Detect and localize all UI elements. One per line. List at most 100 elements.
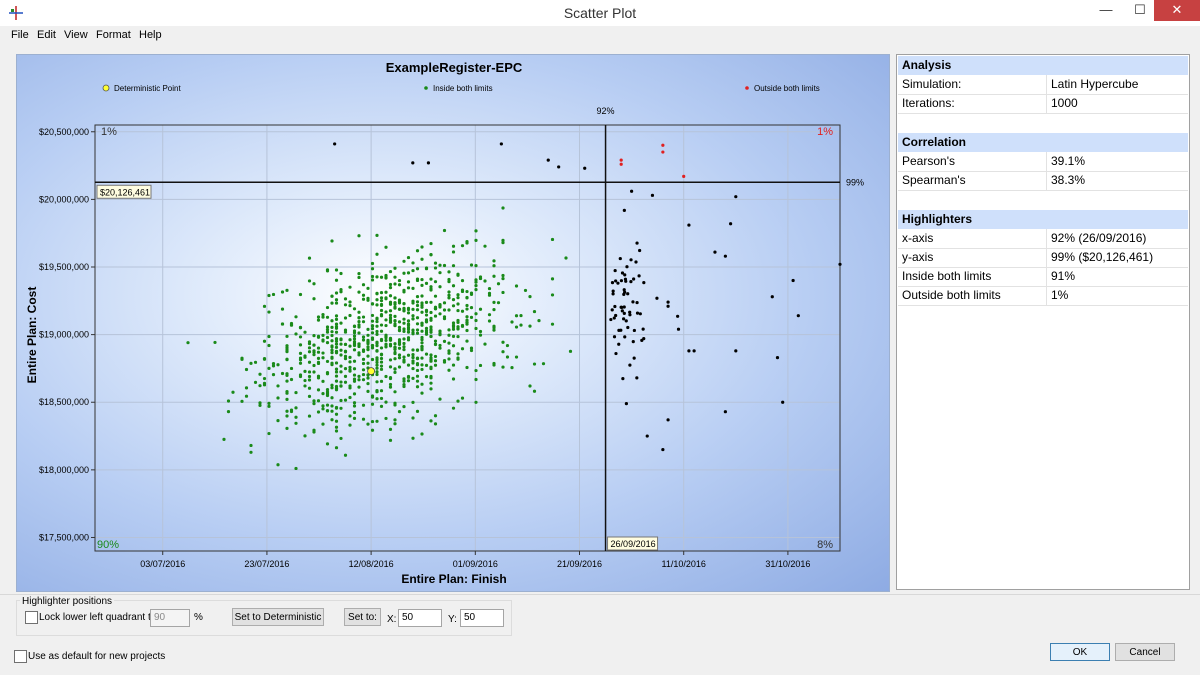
menu-help[interactable]: Help (139, 29, 162, 41)
inside-point (424, 267, 429, 271)
inside-point (307, 279, 312, 283)
region-point (634, 260, 638, 264)
inside-point (442, 339, 447, 343)
inside-point (384, 297, 388, 301)
inside-point (298, 292, 303, 297)
inside-point (316, 399, 321, 403)
analysis-row-iterations[interactable]: Iterations: 1000 (898, 94, 1188, 114)
inside-point (424, 363, 429, 367)
inside-point (406, 379, 411, 383)
inside-point (321, 356, 325, 360)
region-point (620, 309, 624, 313)
menu-view[interactable]: View (64, 29, 88, 41)
inside-point (325, 315, 330, 319)
inside-point (375, 419, 379, 423)
cancel-button[interactable]: Cancel (1115, 643, 1175, 661)
inside-point (280, 290, 285, 294)
inside-point (420, 345, 424, 349)
inside-point (294, 390, 298, 395)
inside-point (393, 323, 397, 328)
menu-file[interactable]: File (11, 29, 29, 41)
analysis-row-simulation[interactable]: Simulation: Latin Hypercube (898, 75, 1188, 95)
inside-point (496, 282, 501, 286)
x-axis-label: Entire Plan: Finish (401, 572, 506, 586)
inside-point (388, 301, 393, 305)
inside-point (456, 296, 460, 300)
inside-point (411, 376, 415, 380)
inside-point (303, 369, 307, 373)
inside-point (501, 206, 505, 210)
region-point (650, 193, 655, 197)
x-tick-labels: 03/07/2016 23/07/2016 12/08/2016 01/09/2016… (140, 559, 810, 569)
inside-point (352, 401, 357, 405)
inside-point (415, 348, 420, 352)
inside-point (375, 252, 379, 256)
inside-point (397, 307, 402, 311)
region-point (623, 273, 627, 277)
inside-point (307, 386, 312, 390)
inside-point (375, 324, 379, 328)
set-to-deterministic-button[interactable]: Set to Deterministic (232, 608, 324, 626)
inside-point (276, 396, 280, 400)
inside-point (357, 290, 361, 294)
scatter-chart-panel[interactable]: 92% 99% $20,126,461 26/09/2016 ExampleRegis… (16, 54, 890, 592)
inside-point (312, 297, 316, 301)
region-point (546, 158, 550, 162)
inside-point (357, 353, 361, 357)
correlation-row-spearman[interactable]: Spearman's 38.3% (898, 171, 1188, 191)
scatter-chart[interactable]: 92% 99% $20,126,461 26/09/2016 ExampleRegis… (17, 55, 891, 593)
inside-point (550, 293, 555, 297)
inside-point (429, 419, 433, 423)
inside-point (501, 365, 505, 369)
inside-point (415, 361, 420, 366)
inside-point (343, 330, 348, 334)
row-value: Latin Hypercube (1046, 75, 1138, 94)
inside-point (379, 346, 384, 350)
inside-point (447, 368, 451, 372)
inside-point (339, 364, 343, 368)
inside-point (375, 370, 379, 374)
menu-format[interactable]: Format (96, 29, 131, 41)
lock-quadrant-checkbox[interactable] (25, 611, 38, 624)
inside-point (438, 285, 442, 289)
menu-edit[interactable]: Edit (37, 29, 56, 41)
highlighters-row-y[interactable]: y-axis 99% ($20,126,461) (898, 248, 1188, 268)
x-input[interactable]: 50 (398, 609, 442, 627)
inside-point (487, 293, 492, 297)
inside-point (384, 318, 388, 322)
inside-point (447, 357, 451, 361)
y-tick-label: $20,000,000 (39, 194, 89, 204)
inside-point (312, 430, 316, 434)
region-point (628, 313, 632, 317)
minimize-button[interactable]: — (1090, 0, 1122, 21)
inside-point (298, 351, 303, 355)
inside-point (339, 406, 343, 410)
inside-point (262, 376, 267, 381)
inside-point (339, 380, 343, 384)
inside-point (460, 244, 465, 248)
group-label: Highlighter positions (20, 596, 115, 607)
y-input[interactable]: 50 (460, 609, 504, 627)
highlighters-row-inside[interactable]: Inside both limits 91% (898, 267, 1188, 287)
inside-point (492, 264, 496, 268)
inside-point (406, 338, 411, 342)
correlation-row-pearson[interactable]: Pearson's 39.1% (898, 152, 1188, 172)
row-key: Simulation: (902, 77, 962, 91)
inside-point (330, 301, 334, 305)
inside-point (411, 348, 415, 352)
inside-point (384, 323, 388, 328)
inside-point (334, 425, 339, 429)
inside-point (465, 296, 469, 300)
highlighters-row-x[interactable]: x-axis 92% (26/09/2016) (898, 229, 1188, 249)
close-button[interactable]: ✕ (1154, 0, 1200, 21)
highlighters-row-outside[interactable]: Outside both limits 1% (898, 286, 1188, 306)
maximize-button[interactable]: ☐ (1124, 0, 1156, 21)
inside-point (424, 281, 429, 285)
set-to-button[interactable]: Set to: (344, 608, 381, 626)
use-as-default-checkbox[interactable] (14, 650, 27, 663)
inside-point (433, 266, 438, 270)
x-label: X: (387, 614, 397, 625)
ok-button[interactable]: OK (1050, 643, 1110, 661)
lock-value-input[interactable]: 90 (150, 609, 190, 627)
inside-point (294, 421, 298, 425)
